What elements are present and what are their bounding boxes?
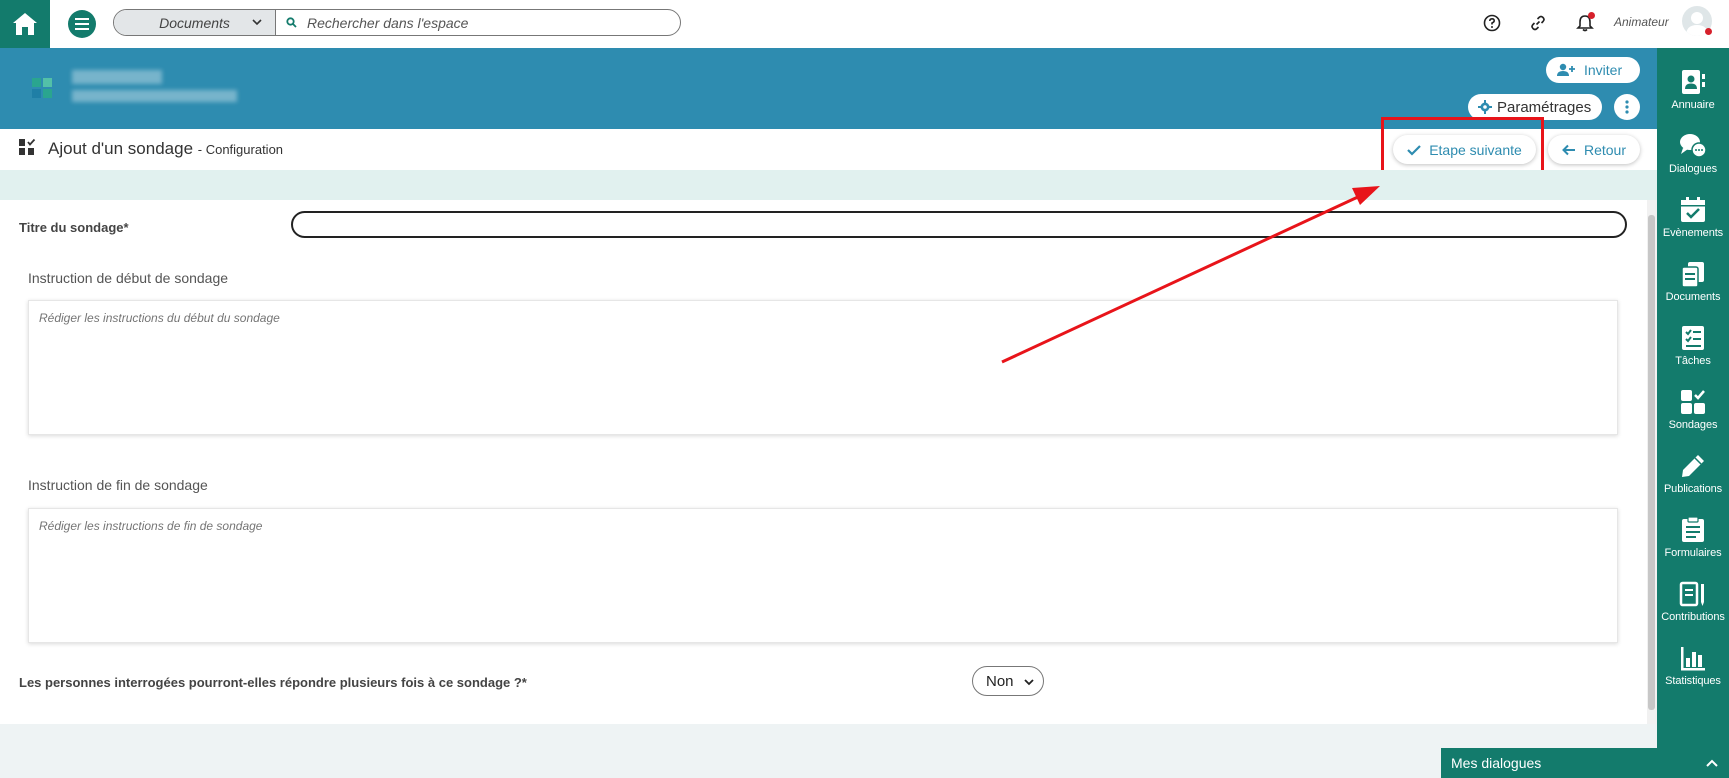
title-input[interactable]	[291, 211, 1627, 238]
sidebar-label-publications: Publications	[1663, 483, 1723, 495]
page-title: Ajout d'un sondage - Configuration	[48, 139, 283, 159]
search-field	[276, 10, 680, 35]
multi-answer-label: Les personnes interrogées pourront-elles…	[19, 675, 527, 690]
home-icon	[13, 13, 37, 35]
my-dialogs-label: Mes dialogues	[1451, 755, 1542, 771]
sidebar-item-formulaires[interactable]: Formulaires	[1657, 510, 1729, 568]
status-dot	[1705, 28, 1712, 35]
help-icon	[1483, 14, 1501, 32]
settings-label: Paramétrages	[1497, 98, 1592, 116]
space-name-blurred	[72, 70, 162, 84]
contacts-icon	[1682, 70, 1705, 94]
arrow-left-icon	[1562, 144, 1575, 155]
home-button[interactable]	[0, 0, 50, 48]
annotation-highlight-box	[1381, 117, 1544, 177]
end-instruction-label: Instruction de fin de sondage	[28, 477, 208, 493]
tasks-icon	[1682, 326, 1704, 350]
contributions-icon	[1679, 581, 1704, 607]
menu-button[interactable]	[68, 10, 96, 38]
search-scope-label: Documents	[159, 14, 230, 31]
link-button[interactable]	[1527, 12, 1549, 34]
chevron-down-icon	[252, 19, 262, 26]
sidebar-item-publications[interactable]: Publications	[1657, 446, 1729, 504]
sidebar-label-contributions: Contributions	[1661, 611, 1725, 623]
sidebar-item-taches[interactable]: Tâches	[1657, 318, 1729, 376]
start-instruction-label: Instruction de début de sondage	[28, 270, 229, 286]
sidebar-label-documents: Documents	[1665, 291, 1721, 303]
sidebar-label-taches: Tâches	[1675, 355, 1711, 367]
documents-icon	[1681, 262, 1704, 288]
invite-label: Inviter	[1584, 62, 1623, 78]
polls-icon	[19, 138, 36, 155]
search-bar: Documents	[113, 9, 681, 36]
pencil-icon	[1682, 455, 1704, 477]
page-subtitle: - Configuration	[197, 142, 284, 157]
page-title-text: Ajout d'un sondage	[48, 139, 194, 158]
chevron-down-icon	[1024, 679, 1034, 686]
sidebar-label-formulaires: Formulaires	[1664, 547, 1722, 559]
page-strip	[0, 170, 1657, 200]
sidebar-item-documents[interactable]: Documents	[1657, 254, 1729, 312]
space-logo-icon	[32, 78, 52, 98]
more-vertical-icon	[1625, 100, 1629, 114]
sidebar-label-dialogues: Dialogues	[1668, 163, 1718, 175]
sidebar-item-statistiques[interactable]: Statistiques	[1657, 638, 1729, 696]
polls-icon	[1681, 390, 1705, 414]
my-dialogs-bar[interactable]: Mes dialogues	[1441, 748, 1729, 778]
sidebar-item-annuaire[interactable]: Annuaire	[1657, 62, 1729, 120]
sidebar-item-contributions[interactable]: Contributions	[1657, 574, 1729, 632]
multi-answer-value: Non	[986, 672, 1014, 690]
search-input[interactable]	[307, 14, 667, 31]
chat-icon	[1680, 134, 1707, 158]
chevron-up-icon	[1706, 759, 1718, 767]
gear-icon	[1478, 100, 1492, 114]
start-instruction-textarea[interactable]	[28, 300, 1618, 435]
calendar-check-icon	[1681, 197, 1705, 222]
form-icon	[1682, 516, 1704, 542]
sidebar-item-dialogues[interactable]: Dialogues	[1657, 126, 1729, 184]
back-label: Retour	[1583, 141, 1627, 158]
space-description-blurred	[72, 90, 237, 102]
link-icon	[1531, 15, 1545, 31]
help-button[interactable]	[1481, 12, 1503, 34]
hamburger-icon	[75, 18, 89, 30]
user-role: Animateur	[1614, 15, 1669, 29]
stats-icon	[1681, 647, 1705, 671]
poll-config-form: Titre du sondage* Instruction de début d…	[0, 200, 1647, 724]
back-button[interactable]: Retour	[1548, 135, 1640, 164]
search-icon	[286, 17, 297, 28]
end-instruction-textarea[interactable]	[28, 508, 1618, 643]
notification-badge	[1588, 12, 1595, 19]
top-bar: Documents Animateur	[0, 0, 1729, 48]
sidebar-label-sondages: Sondages	[1668, 419, 1718, 431]
more-options-button[interactable]	[1614, 94, 1640, 120]
sidebar-label-statistiques: Statistiques	[1665, 675, 1721, 687]
scrollbar-thumb[interactable]	[1648, 215, 1655, 710]
search-scope-select[interactable]: Documents	[114, 10, 276, 35]
sidebar-item-sondages[interactable]: Sondages	[1657, 382, 1729, 440]
sidebar-label-annuaire: Annuaire	[1671, 99, 1715, 111]
sidebar-item-evenements[interactable]: Evènements	[1657, 190, 1729, 248]
add-user-icon	[1557, 63, 1575, 76]
right-sidebar: Annuaire Dialogues Evènements Documents …	[1657, 48, 1729, 778]
multi-answer-select[interactable]: Non	[972, 666, 1044, 696]
sidebar-label-evenements: Evènements	[1662, 227, 1724, 239]
title-label: Titre du sondage*	[19, 220, 129, 235]
invite-button[interactable]: Inviter	[1546, 57, 1640, 83]
